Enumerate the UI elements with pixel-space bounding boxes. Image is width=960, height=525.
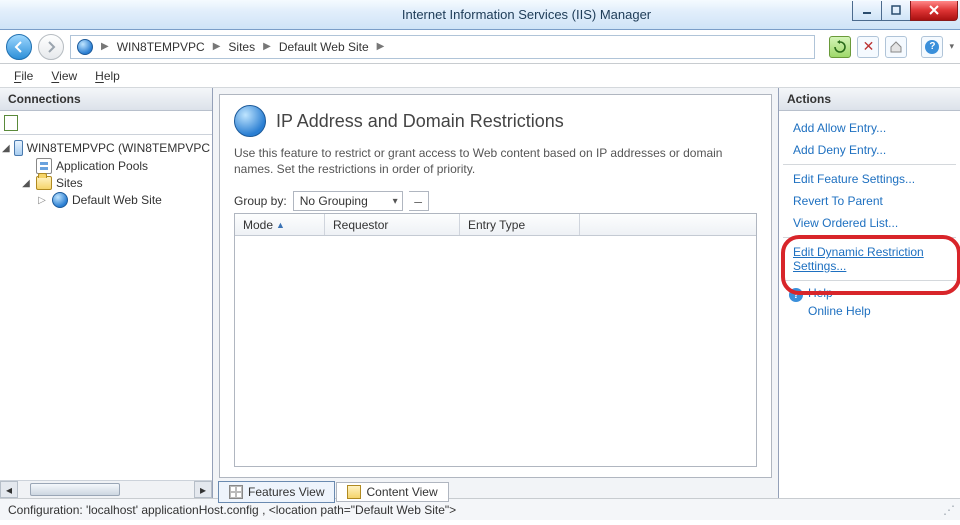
- breadcrumb-arrow-icon: ▶: [213, 41, 221, 52]
- nav-forward-button[interactable]: [38, 34, 64, 60]
- breadcrumb-site[interactable]: Default Web Site: [279, 40, 369, 54]
- tree-default-site[interactable]: ▷ Default Web Site: [2, 191, 210, 209]
- group-by-clear-button[interactable]: –: [409, 191, 429, 211]
- feature-icon: [234, 105, 266, 137]
- breadcrumb-arrow-icon: ▶: [101, 41, 109, 52]
- page-title: IP Address and Domain Restrictions: [276, 111, 564, 132]
- app-pools-icon: [36, 158, 52, 174]
- content-view-icon: [347, 485, 361, 499]
- breadcrumb-server[interactable]: WIN8TEMPVPC: [117, 40, 205, 54]
- action-add-deny[interactable]: Add Deny Entry...: [783, 139, 956, 161]
- window-title: Internet Information Services (IIS) Mana…: [200, 7, 853, 22]
- content-panel: IP Address and Domain Restrictions Use t…: [213, 88, 778, 498]
- actions-separator: [783, 280, 956, 281]
- help-button[interactable]: ?: [921, 36, 943, 58]
- server-icon: [77, 39, 93, 55]
- group-by-label: Group by:: [234, 194, 287, 208]
- breadcrumb-sites[interactable]: Sites: [228, 40, 255, 54]
- page-description: Use this feature to restrict or grant ac…: [234, 145, 757, 177]
- window-minimize-button[interactable]: [852, 1, 882, 21]
- expand-toggle-icon[interactable]: ◢: [2, 143, 10, 154]
- column-mode[interactable]: Mode ▲: [235, 214, 325, 235]
- tree-app-pools-label: Application Pools: [56, 159, 148, 173]
- nav-back-button[interactable]: [6, 34, 32, 60]
- actions-header: Actions: [779, 88, 960, 111]
- actions-panel: Actions Add Allow Entry... Add Deny Entr…: [778, 88, 960, 498]
- connections-toolbar: [0, 111, 212, 135]
- window-titlebar: Internet Information Services (IIS) Mana…: [0, 0, 960, 30]
- server-icon: [14, 140, 23, 156]
- tree-app-pools[interactable]: Application Pools: [2, 157, 210, 175]
- action-help[interactable]: Help: [808, 286, 871, 300]
- action-online-help[interactable]: Online Help: [808, 300, 871, 318]
- navigation-bar: ▶ WIN8TEMPVPC ▶ Sites ▶ Default Web Site…: [0, 30, 960, 64]
- grid-header-row: Mode ▲ Requestor Entry Type: [235, 214, 756, 236]
- actions-separator: [783, 164, 956, 165]
- stop-button[interactable]: ✕: [857, 36, 879, 58]
- connections-header: Connections: [0, 88, 212, 111]
- actions-separator: [783, 237, 956, 238]
- window-maximize-button[interactable]: [881, 1, 911, 21]
- refresh-button[interactable]: [829, 36, 851, 58]
- action-add-allow[interactable]: Add Allow Entry...: [783, 117, 956, 139]
- status-text: Configuration: 'localhost' applicationHo…: [8, 503, 456, 517]
- scroll-right-button[interactable]: ▸: [194, 481, 212, 498]
- tree-sites-node[interactable]: ◢ Sites: [2, 175, 210, 191]
- tree-horizontal-scrollbar[interactable]: ◂ ▸: [0, 480, 212, 498]
- folder-icon: [36, 176, 52, 190]
- tab-content-view[interactable]: Content View: [336, 482, 448, 502]
- window-close-button[interactable]: [910, 1, 958, 21]
- breadcrumb-arrow-icon: ▶: [263, 41, 271, 52]
- menu-bar: File View Help: [0, 64, 960, 88]
- group-by-value: No Grouping: [300, 194, 368, 208]
- menu-file[interactable]: File: [14, 69, 33, 83]
- grid-body[interactable]: [235, 236, 756, 466]
- column-spacer: [580, 214, 756, 235]
- scroll-left-button[interactable]: ◂: [0, 481, 18, 498]
- tree-sites-label: Sites: [56, 176, 83, 190]
- action-view-ordered[interactable]: View Ordered List...: [783, 212, 956, 234]
- tree-default-site-label: Default Web Site: [72, 193, 162, 207]
- menu-view[interactable]: View: [51, 69, 77, 83]
- home-button[interactable]: [885, 36, 907, 58]
- new-connection-icon[interactable]: [4, 115, 18, 131]
- action-revert[interactable]: Revert To Parent: [783, 190, 956, 212]
- scroll-thumb[interactable]: [30, 483, 120, 496]
- connections-panel: Connections ◢ WIN8TEMPVPC (WIN8TEMPVPC A…: [0, 88, 213, 498]
- help-icon: ?: [789, 288, 803, 302]
- connections-tree[interactable]: ◢ WIN8TEMPVPC (WIN8TEMPVPC Application P…: [0, 135, 212, 480]
- column-entry-type[interactable]: Entry Type: [460, 214, 580, 235]
- breadcrumb-arrow-icon: ▶: [377, 41, 385, 52]
- breadcrumb-bar[interactable]: ▶ WIN8TEMPVPC ▶ Sites ▶ Default Web Site…: [70, 35, 815, 59]
- group-by-dropdown[interactable]: No Grouping: [293, 191, 403, 211]
- sort-asc-icon: ▲: [276, 220, 285, 230]
- status-resize-grip[interactable]: ⋰: [943, 503, 952, 517]
- action-edit-dynamic[interactable]: Edit Dynamic Restriction Settings...: [783, 241, 956, 277]
- column-requestor[interactable]: Requestor: [325, 214, 460, 235]
- action-edit-feature[interactable]: Edit Feature Settings...: [783, 168, 956, 190]
- menu-help[interactable]: Help: [95, 69, 120, 83]
- features-view-icon: [229, 485, 243, 499]
- expand-toggle-icon[interactable]: ▷: [36, 195, 48, 206]
- tree-server-label: WIN8TEMPVPC (WIN8TEMPVPC: [27, 141, 210, 155]
- restrictions-grid[interactable]: Mode ▲ Requestor Entry Type: [234, 213, 757, 467]
- tree-server-node[interactable]: ◢ WIN8TEMPVPC (WIN8TEMPVPC: [2, 139, 210, 157]
- tab-features-view[interactable]: Features View: [218, 481, 335, 503]
- expand-toggle-icon[interactable]: ◢: [20, 178, 32, 189]
- site-icon: [52, 192, 68, 208]
